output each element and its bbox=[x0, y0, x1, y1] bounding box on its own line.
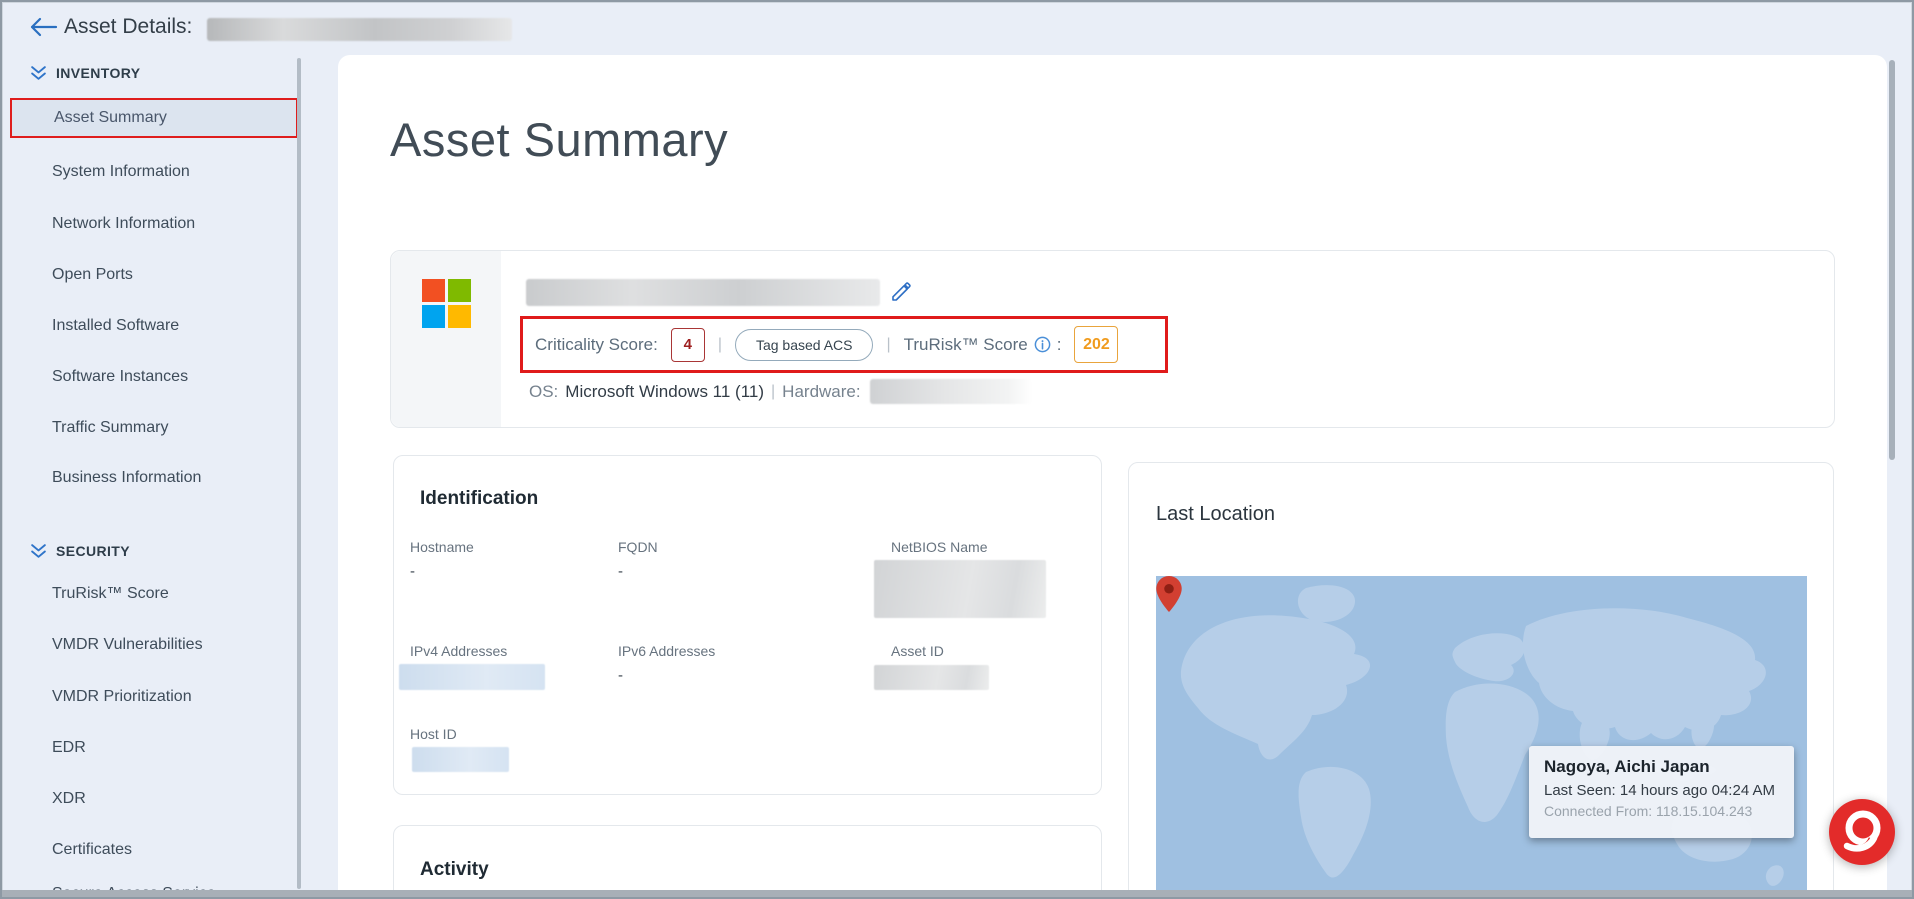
microsoft-logo-icon bbox=[422, 279, 471, 328]
sidebar-item-network-information[interactable]: Network Information bbox=[2, 212, 302, 236]
redacted-hardware-value bbox=[870, 379, 1032, 404]
colon: : bbox=[1057, 335, 1062, 355]
separator: | bbox=[718, 336, 722, 354]
sidebar-item-vmdr-prioritization[interactable]: VMDR Prioritization bbox=[2, 685, 302, 709]
location-pin-icon bbox=[1156, 576, 1182, 612]
sidebar-nav: INVENTORY Asset Summary System Informati… bbox=[2, 52, 338, 897]
redacted-host-id-value bbox=[412, 747, 509, 772]
separator: | bbox=[771, 383, 775, 401]
field-asset-id: Asset ID bbox=[891, 643, 944, 667]
sidebar-item-vmdr-vulnerabilities[interactable]: VMDR Vulnerabilities bbox=[2, 633, 302, 657]
sidebar-item-traffic-summary[interactable]: Traffic Summary bbox=[2, 416, 302, 440]
activity-title: Activity bbox=[420, 859, 489, 881]
back-arrow-icon[interactable] bbox=[28, 16, 58, 38]
redacted-asset-name-header bbox=[207, 18, 512, 41]
sidebar-item-asset-summary[interactable]: Asset Summary bbox=[10, 98, 298, 138]
activity-card: Activity bbox=[393, 825, 1102, 890]
sidebar-item-software-instances[interactable]: Software Instances bbox=[2, 365, 302, 389]
last-location-card: Last Location bbox=[1128, 462, 1834, 890]
criticality-score-value: 4 bbox=[671, 328, 705, 362]
qualys-q-icon bbox=[1829, 799, 1895, 865]
double-chevron-down-icon bbox=[30, 65, 47, 82]
sidebar-item-edr[interactable]: EDR bbox=[2, 736, 302, 760]
asset-header-card: Criticality Score: 4 | Tag based ACS | T… bbox=[390, 250, 1835, 428]
sidebar-item-installed-software[interactable]: Installed Software bbox=[2, 314, 302, 338]
section-heading: Asset Summary bbox=[390, 112, 728, 167]
world-map-continents bbox=[1156, 576, 1807, 890]
separator: | bbox=[886, 336, 890, 354]
field-hostname: Hostname - bbox=[410, 539, 474, 580]
tooltip-last-seen: Last Seen: 14 hours ago 04:24 AM bbox=[1544, 782, 1779, 799]
double-chevron-down-icon bbox=[30, 543, 47, 560]
os-value: Microsoft Windows 11 (11) bbox=[565, 382, 764, 402]
redacted-netbios-value bbox=[874, 560, 1046, 618]
asset-os-logo-panel bbox=[391, 251, 501, 427]
vertical-scrollbar[interactable] bbox=[1889, 60, 1895, 460]
sidebar-item-xdr[interactable]: XDR bbox=[2, 787, 302, 811]
sidebar-section-inventory[interactable]: INVENTORY bbox=[30, 60, 141, 86]
redacted-asset-name bbox=[526, 279, 880, 306]
sidebar-item-trurisk-score[interactable]: TruRisk™ Score bbox=[2, 582, 302, 606]
criticality-score-label: Criticality Score: bbox=[535, 335, 658, 355]
identification-title: Identification bbox=[420, 488, 538, 510]
redacted-asset-id-value bbox=[874, 665, 989, 690]
hardware-label: Hardware: bbox=[782, 382, 860, 402]
field-ipv6-addresses: IPv6 Addresses - bbox=[618, 643, 715, 684]
tooltip-location: Nagoya, Aichi Japan bbox=[1544, 757, 1779, 777]
edit-pencil-icon[interactable] bbox=[889, 280, 913, 304]
sidebar-item-system-information[interactable]: System Information bbox=[2, 160, 302, 184]
os-hardware-line: OS: Microsoft Windows 11 (11) | Hardware… bbox=[529, 379, 1032, 404]
asset-details-window: Asset Details: INVENTORY Asset Summary S… bbox=[0, 0, 1914, 899]
redacted-ipv4-value bbox=[399, 664, 545, 690]
qualys-logo-button[interactable] bbox=[1829, 799, 1895, 865]
main-content-panel: Asset Summary Criticality Score: 4 | Tag… bbox=[338, 55, 1887, 890]
trurisk-score-value: 202 bbox=[1074, 326, 1118, 363]
trurisk-score-label: TruRisk™ Score bbox=[904, 335, 1028, 355]
page-title: Asset Details: bbox=[64, 15, 192, 39]
world-map: Nagoya, Aichi Japan Last Seen: 14 hours … bbox=[1156, 576, 1807, 890]
field-fqdn: FQDN - bbox=[618, 539, 658, 580]
info-icon[interactable] bbox=[1034, 336, 1051, 353]
tag-based-acs-button[interactable]: Tag based ACS bbox=[735, 329, 874, 361]
last-location-title: Last Location bbox=[1156, 503, 1275, 526]
header-bar: Asset Details: bbox=[2, 2, 1912, 52]
sidebar-item-open-ports[interactable]: Open Ports bbox=[2, 263, 302, 287]
sidebar-section-security[interactable]: SECURITY bbox=[30, 538, 130, 564]
identification-card: Identification Hostname - FQDN - NetBIOS… bbox=[393, 455, 1102, 795]
horizontal-scrollbar[interactable] bbox=[2, 890, 1912, 897]
annotation-box-scores: Criticality Score: 4 | Tag based ACS | T… bbox=[520, 316, 1168, 373]
location-tooltip: Nagoya, Aichi Japan Last Seen: 14 hours … bbox=[1529, 746, 1794, 838]
sidebar-scrollbar[interactable] bbox=[297, 58, 301, 889]
sidebar-item-certificates[interactable]: Certificates bbox=[2, 838, 302, 862]
sidebar-item-business-information[interactable]: Business Information bbox=[2, 466, 302, 490]
tooltip-connected-from: Connected From: 118.15.104.243 bbox=[1544, 803, 1779, 819]
os-label: OS: bbox=[529, 382, 558, 402]
